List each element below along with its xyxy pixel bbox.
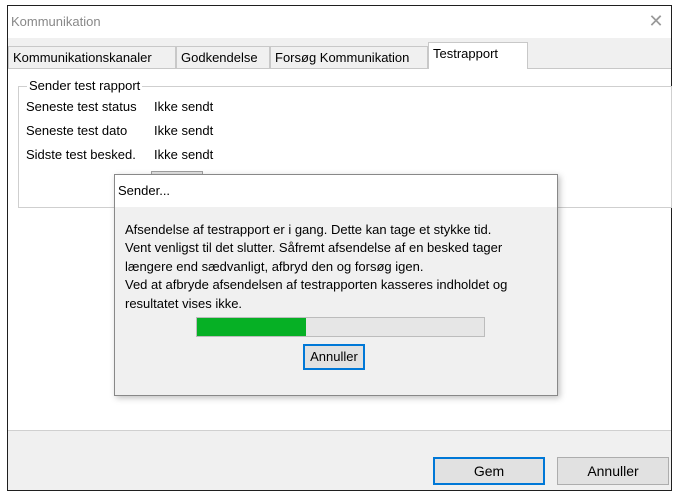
dialog-message-line: Afsendelse af testrapport er i gang. Det…: [125, 222, 492, 237]
tab-godkendelse[interactable]: Godkendelse: [176, 46, 270, 68]
window-titlebar: Kommunikation ✕: [8, 6, 671, 38]
progress-bar: [196, 317, 485, 337]
tab-testrapport[interactable]: Testrapport: [428, 42, 528, 69]
message-row: Sidste test besked. Ikke sendt: [26, 147, 213, 162]
dialog-title: Sender...: [118, 183, 171, 198]
close-icon[interactable]: ✕: [644, 10, 668, 32]
date-value: Ikke sendt: [154, 123, 214, 138]
footer-bar: Gem Annuller: [8, 430, 671, 490]
dialog-message-line: længere end sædvanligt, afbryd den og fo…: [125, 258, 424, 274]
groupbox-legend: Sender test rapport: [27, 78, 143, 93]
date-label: Seneste test dato: [26, 123, 128, 138]
dialog-cancel-button[interactable]: Annuller: [303, 344, 365, 370]
tab-strip: Kommunikationskanaler Godkendelse Forsøg…: [8, 41, 671, 69]
message-label: Sidste test besked.: [26, 147, 136, 162]
date-row: Seneste test dato Ikke sendt: [26, 123, 213, 138]
dialog-titlebar: Sender...: [115, 175, 557, 207]
dialog-message-line: resultatet vises ikke.: [125, 295, 243, 311]
progress-bar-fill: [197, 318, 307, 336]
status-row: Seneste test status Ikke sendt: [26, 99, 213, 114]
cancel-button[interactable]: Annuller: [557, 457, 669, 485]
status-label: Seneste test status: [26, 99, 137, 114]
status-value: Ikke sendt: [154, 99, 214, 114]
tab-forsoeg-kommunikation[interactable]: Forsøg Kommunikation: [270, 46, 428, 68]
dialog-message-line: Vent venligst til det slutter. Såfremt a…: [125, 240, 503, 256]
dialog-message-line: Ved at afbryde afsendelsen af testrappor…: [125, 277, 508, 293]
dialog-message: Afsendelse af testrapport er i gang. Det…: [125, 221, 555, 313]
window-title: Kommunikation: [11, 14, 101, 29]
save-button[interactable]: Gem: [433, 457, 545, 485]
message-value: Ikke sendt: [154, 147, 214, 162]
tab-kommunikationskanaler[interactable]: Kommunikationskanaler: [8, 46, 176, 68]
sending-dialog: Sender... Afsendelse af testrapport er i…: [114, 174, 558, 396]
